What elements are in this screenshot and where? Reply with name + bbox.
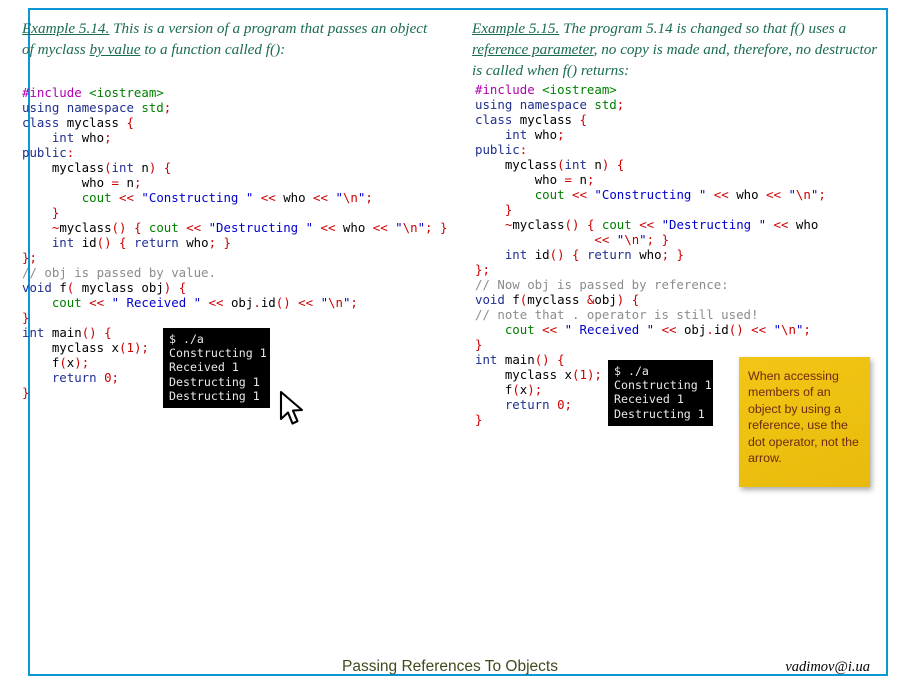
slide-border-top [28,8,888,10]
footer-author: vadimov@i.ua [785,659,870,675]
left-terminal-output: $ ./a Constructing 1 Received 1 Destruct… [163,328,270,408]
slide-border-right-inner [886,8,888,676]
footer-title: Passing References To Objects [342,658,558,675]
left-caption: Example 5.14. This is a version of a pro… [22,18,442,60]
left-column: Example 5.14. This is a version of a pro… [22,18,452,60]
right-caption-emphasis: reference parameter [472,41,594,58]
left-caption-label: Example 5.14. [22,20,110,37]
right-caption: Example 5.15. The program 5.14 is change… [472,18,890,81]
mouse-pointer-icon [279,390,304,425]
slide-canvas: Example 5.14. This is a version of a pro… [0,0,900,700]
right-caption-label: Example 5.15. [472,20,560,37]
right-caption-body-1: The program 5.14 is changed so that f() … [559,20,847,37]
sticky-note-text: When accessing members of an object by u… [748,369,859,466]
sticky-note: When accessing members of an object by u… [739,357,870,487]
left-caption-emphasis: by value [89,41,141,58]
left-caption-body-2: to a function called f(): [140,41,286,58]
right-column: Example 5.15. The program 5.14 is change… [472,18,892,81]
right-terminal-output: $ ./a Constructing 1 Received 1 Destruct… [608,360,713,426]
